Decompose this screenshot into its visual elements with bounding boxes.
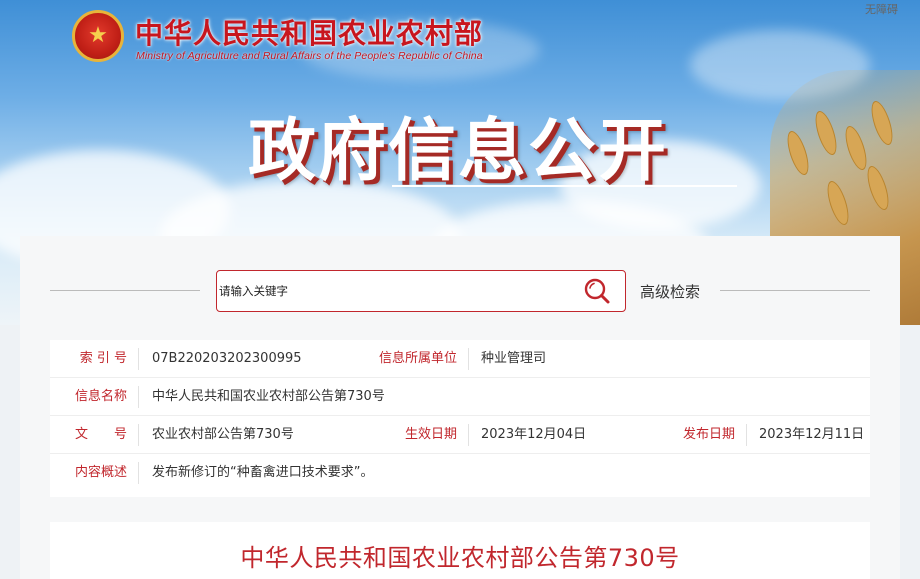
main-content: 高级检索 索 引 号 07B220203202300995 信息所属单位 种业管… [20, 236, 900, 579]
ministry-name-en: Ministry of Agriculture and Rural Affair… [136, 50, 483, 62]
divider [746, 424, 747, 446]
national-emblem-icon: ★ [72, 10, 124, 62]
unit-value: 种业管理司 [481, 351, 547, 366]
advanced-search-link[interactable]: 高级检索 [640, 281, 700, 302]
info-metadata-table: 索 引 号 07B220203202300995 信息所属单位 种业管理司 信息… [50, 340, 870, 497]
publish-date-label: 发布日期 [682, 427, 735, 442]
divider [138, 462, 139, 484]
summary-value: 发布新修订的“种畜禽进口技术要求”。 [152, 465, 374, 480]
summary-label: 内容概述 [74, 465, 127, 480]
search-input[interactable] [219, 279, 559, 303]
search-bar: 高级检索 [20, 270, 900, 312]
banner-title: 政府信息公开 [248, 112, 669, 191]
index-number-label: 索 引 号 [79, 351, 127, 366]
info-name-value: 中华人民共和国农业农村部公告第730号 [152, 389, 385, 404]
doc-number-value: 农业农村部公告第730号 [152, 427, 294, 442]
document-content: 中华人民共和国农业农村部公告第730号 [50, 522, 870, 579]
effective-date-label: 生效日期 [404, 427, 457, 442]
info-row: 内容概述 发布新修订的“种畜禽进口技术要求”。 [50, 454, 870, 492]
effective-date-value: 2023年12月04日 [481, 427, 587, 442]
search-button[interactable] [581, 276, 613, 306]
accessibility-link[interactable]: 无障碍 [865, 1, 898, 17]
info-row: 索 引 号 07B220203202300995 信息所属单位 种业管理司 [50, 340, 870, 378]
unit-label: 信息所属单位 [378, 351, 457, 366]
info-row: 文 号 农业农村部公告第730号 生效日期 2023年12月04日 发布日期 2… [50, 416, 870, 454]
divider [138, 424, 139, 446]
document-title: 中华人民共和国农业农村部公告第730号 [240, 544, 680, 572]
index-number-value: 07B220203202300995 [152, 351, 302, 366]
search-icon [584, 278, 610, 304]
doc-number-label: 文 号 [74, 427, 127, 442]
divider [720, 290, 870, 291]
search-box[interactable] [216, 270, 626, 312]
info-row: 信息名称 中华人民共和国农业农村部公告第730号 [50, 378, 870, 416]
divider [468, 424, 469, 446]
ministry-name-cn[interactable]: 中华人民共和国农业农村部 [135, 12, 483, 52]
info-name-label: 信息名称 [74, 389, 127, 404]
divider [468, 348, 469, 370]
publish-date-value: 2023年12月11日 [759, 427, 865, 442]
divider [138, 386, 139, 408]
divider [50, 290, 200, 291]
divider [138, 348, 139, 370]
banner-title-underline [392, 185, 737, 187]
